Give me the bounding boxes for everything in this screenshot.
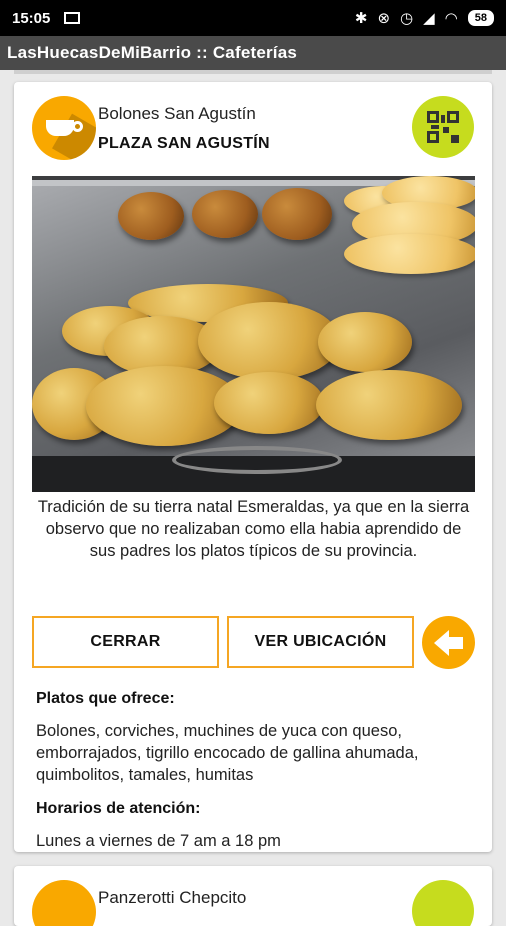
next-place-brand: Panzerotti Chepcito xyxy=(98,888,247,907)
bluetooth-icon: ✱ xyxy=(354,10,368,27)
mail-icon xyxy=(64,12,81,24)
qr-code-icon[interactable] xyxy=(412,880,474,926)
next-place-card[interactable]: Panzerotti Chepcito xyxy=(14,866,492,926)
hours-heading: Horarios de atención: xyxy=(36,800,201,817)
place-location: PLAZA SAN AGUSTÍN xyxy=(98,135,270,152)
back-arrow-icon[interactable] xyxy=(422,616,475,669)
status-time: 15:05 xyxy=(12,9,51,27)
alarm-icon: ◷ xyxy=(400,10,414,27)
place-brand: Bolones San Agustín xyxy=(98,104,256,123)
app-bar: LasHuecasDeMiBarrio :: Cafeterías xyxy=(0,36,506,70)
mute-icon: ⊗ xyxy=(377,10,391,27)
dishes-heading: Platos que ofrece: xyxy=(36,690,175,707)
dishes-list: Bolones, corviches, muchines de yuca con… xyxy=(36,722,419,784)
close-button[interactable]: CERRAR xyxy=(32,616,219,668)
coffee-cup-icon xyxy=(32,880,96,926)
place-description: Tradición de su tierra natal Esmeraldas,… xyxy=(37,498,470,560)
wifi-icon: ◠ xyxy=(444,10,458,27)
qr-code-icon[interactable] xyxy=(412,96,474,158)
previous-card-edge xyxy=(14,70,492,74)
status-bar: 15:05 ✱ ⊗ ◷ ◢ ◠ 58 xyxy=(0,0,506,36)
app-title: LasHuecasDeMiBarrio :: Cafeterías xyxy=(7,43,298,62)
coffee-cup-icon xyxy=(32,96,96,160)
battery-icon: 58 xyxy=(467,10,494,26)
hours-text: Lunes a viernes de 7 am a 18 pm xyxy=(36,832,281,850)
view-location-button[interactable]: VER UBICACIÓN xyxy=(227,616,414,668)
food-photo xyxy=(32,176,475,492)
signal-icon: ◢ xyxy=(423,10,435,27)
place-card: Bolones San Agustín PLAZA SAN AGUSTÍN Tr… xyxy=(14,82,492,852)
